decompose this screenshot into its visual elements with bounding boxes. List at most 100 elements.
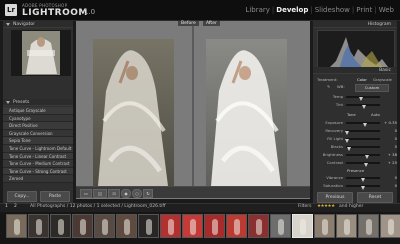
- slider-value[interactable]: 0: [383, 182, 397, 190]
- preset-item[interactable]: Antique Grayscale: [3, 107, 73, 115]
- presets-header[interactable]: Presets: [3, 99, 73, 106]
- treatment-row: Treatment: Color Grayscale: [317, 77, 395, 84]
- filmstrip-thumbnail[interactable]: [182, 214, 203, 238]
- navigator-header[interactable]: Navigator: [3, 21, 73, 28]
- paste-button[interactable]: Paste: [40, 191, 70, 202]
- spot-tool-icon[interactable]: ○: [132, 189, 142, 198]
- module-print[interactable]: Print: [356, 6, 372, 14]
- slider-fill-light[interactable]: Fill Light 0: [315, 135, 397, 143]
- slider-track[interactable]: [346, 146, 380, 151]
- slider-blacks[interactable]: Blacks 5: [315, 143, 397, 151]
- page-two[interactable]: 2: [14, 204, 17, 209]
- after-photo[interactable]: [206, 39, 287, 186]
- slider-temp[interactable]: Temp: [315, 93, 397, 101]
- copy-button[interactable]: Copy...: [7, 191, 37, 202]
- presence-sliders: Vibrance 0 Saturation 0: [315, 174, 397, 190]
- filmstrip-thumbnail[interactable]: [72, 214, 93, 238]
- filmstrip-thumbnail[interactable]: [94, 214, 115, 238]
- preset-item[interactable]: Tone Curve - Linear Contrast: [3, 152, 73, 161]
- slider-tint[interactable]: Tint: [315, 101, 397, 109]
- slider-track[interactable]: [346, 122, 380, 127]
- preset-item[interactable]: Zeroed: [3, 175, 73, 183]
- slider-track[interactable]: [346, 185, 380, 190]
- filmstrip-thumbnail[interactable]: [292, 214, 313, 238]
- basic-header[interactable]: Basic: [313, 67, 397, 74]
- module-develop[interactable]: Develop: [276, 6, 308, 14]
- slider-value[interactable]: + 25: [383, 159, 397, 167]
- filmstrip-thumbnail[interactable]: [270, 214, 291, 238]
- wb-sliders: Temp Tint: [315, 93, 397, 109]
- slider-value[interactable]: + 38: [383, 151, 397, 159]
- rating-filter-icon[interactable]: ★★★★★: [317, 204, 335, 209]
- module-web[interactable]: Web: [379, 6, 394, 14]
- filmstrip-thumbnail[interactable]: [358, 214, 379, 238]
- slider-label: Temp: [332, 94, 343, 99]
- preset-item[interactable]: Sepia Tone: [3, 137, 73, 145]
- slider-knob[interactable]: [362, 105, 367, 109]
- thumbnail-subject: [36, 219, 42, 235]
- filmstrip-thumbnail[interactable]: [138, 214, 159, 238]
- left-panel: Navigator Presets Antique Grayscale Cyan…: [3, 21, 73, 203]
- slider-track[interactable]: [346, 104, 380, 109]
- rotate-icon[interactable]: ↻: [143, 189, 153, 198]
- slider-track[interactable]: [346, 177, 380, 182]
- module-slideshow[interactable]: Slideshow: [315, 6, 350, 14]
- before-photo[interactable]: [93, 39, 174, 186]
- navigator-preview[interactable]: [11, 30, 71, 76]
- thumbnail-subject: [300, 219, 306, 235]
- tone-sliders: Exposure + 0.35 Recovery 0 Fill Light 0 Blacks…: [315, 119, 397, 167]
- slider-exposure[interactable]: Exposure + 0.35: [315, 119, 397, 127]
- slider-vibrance[interactable]: Vibrance 0: [315, 174, 397, 182]
- slider-value[interactable]: 0: [383, 174, 397, 182]
- filmstrip-thumbnail[interactable]: [226, 214, 247, 238]
- slider-track[interactable]: [346, 96, 380, 101]
- treatment-color[interactable]: Color: [357, 77, 367, 82]
- module-library[interactable]: Library: [245, 6, 269, 14]
- treatment-grayscale[interactable]: Grayscale: [373, 77, 392, 82]
- slider-contrast[interactable]: Contrast + 25: [315, 159, 397, 167]
- crop-tool-icon[interactable]: ⊡: [108, 189, 120, 198]
- filmstrip-thumbnail[interactable]: [6, 214, 27, 238]
- slider-value[interactable]: + 0.35: [383, 119, 397, 127]
- slider-value[interactable]: 5: [383, 143, 397, 151]
- module-picker: Library | Develop | Slideshow | Print | Web: [245, 6, 394, 14]
- slider-recovery[interactable]: Recovery 0: [315, 127, 397, 135]
- redeye-tool-icon[interactable]: ◉: [121, 189, 131, 198]
- reset-button[interactable]: Reset: [357, 192, 393, 203]
- slider-knob[interactable]: [360, 186, 365, 190]
- slider-track[interactable]: [346, 154, 380, 159]
- slider-brightness[interactable]: Brightness + 38: [315, 151, 397, 159]
- auto-tone-button[interactable]: Auto: [371, 112, 380, 117]
- preset-item[interactable]: Tone Curve - Medium Contrast: [3, 160, 73, 168]
- preset-item[interactable]: Cyanotype: [3, 114, 73, 123]
- filmstrip-thumbnail[interactable]: [380, 214, 400, 238]
- preset-item[interactable]: Tone Curve - Strong Contrast: [3, 167, 73, 176]
- filmstrip-thumbnail[interactable]: [160, 214, 181, 238]
- filmstrip-thumbnail[interactable]: [248, 214, 269, 238]
- slider-track[interactable]: [345, 130, 380, 135]
- eyedropper-icon[interactable]: ✎: [327, 84, 330, 89]
- slider-knob[interactable]: [363, 163, 368, 167]
- filmstrip-thumbnail[interactable]: [116, 214, 137, 238]
- filmstrip-thumbnail[interactable]: [28, 214, 49, 238]
- filmstrip-thumbnail[interactable]: [50, 214, 71, 238]
- tone-row: Tone Auto: [317, 112, 395, 118]
- slider-track[interactable]: [345, 138, 380, 143]
- preset-item[interactable]: Tone Curve - Lightroom Default: [3, 144, 73, 153]
- filmstrip-thumbnail[interactable]: [336, 214, 357, 238]
- previous-button[interactable]: Previous: [317, 192, 353, 203]
- loupe-view-icon[interactable]: ▭: [80, 189, 92, 198]
- slider-track[interactable]: [346, 162, 380, 167]
- filmstrip-thumbnail[interactable]: [204, 214, 225, 238]
- preset-item[interactable]: Grayscale Conversion: [3, 129, 73, 138]
- before-after-view-icon[interactable]: ▯▯: [93, 189, 107, 198]
- filmstrip-thumbnail[interactable]: [314, 214, 335, 238]
- slider-value[interactable]: 0: [383, 135, 397, 143]
- wb-dropdown[interactable]: Custom: [355, 84, 389, 92]
- preset-item[interactable]: Direct Positive: [3, 122, 73, 130]
- slider-value[interactable]: 0: [383, 127, 397, 135]
- before-label: Before: [178, 21, 199, 26]
- slider-saturation[interactable]: Saturation 0: [315, 182, 397, 190]
- page-one[interactable]: 1: [5, 204, 8, 209]
- histogram-header[interactable]: Histogram: [313, 21, 397, 28]
